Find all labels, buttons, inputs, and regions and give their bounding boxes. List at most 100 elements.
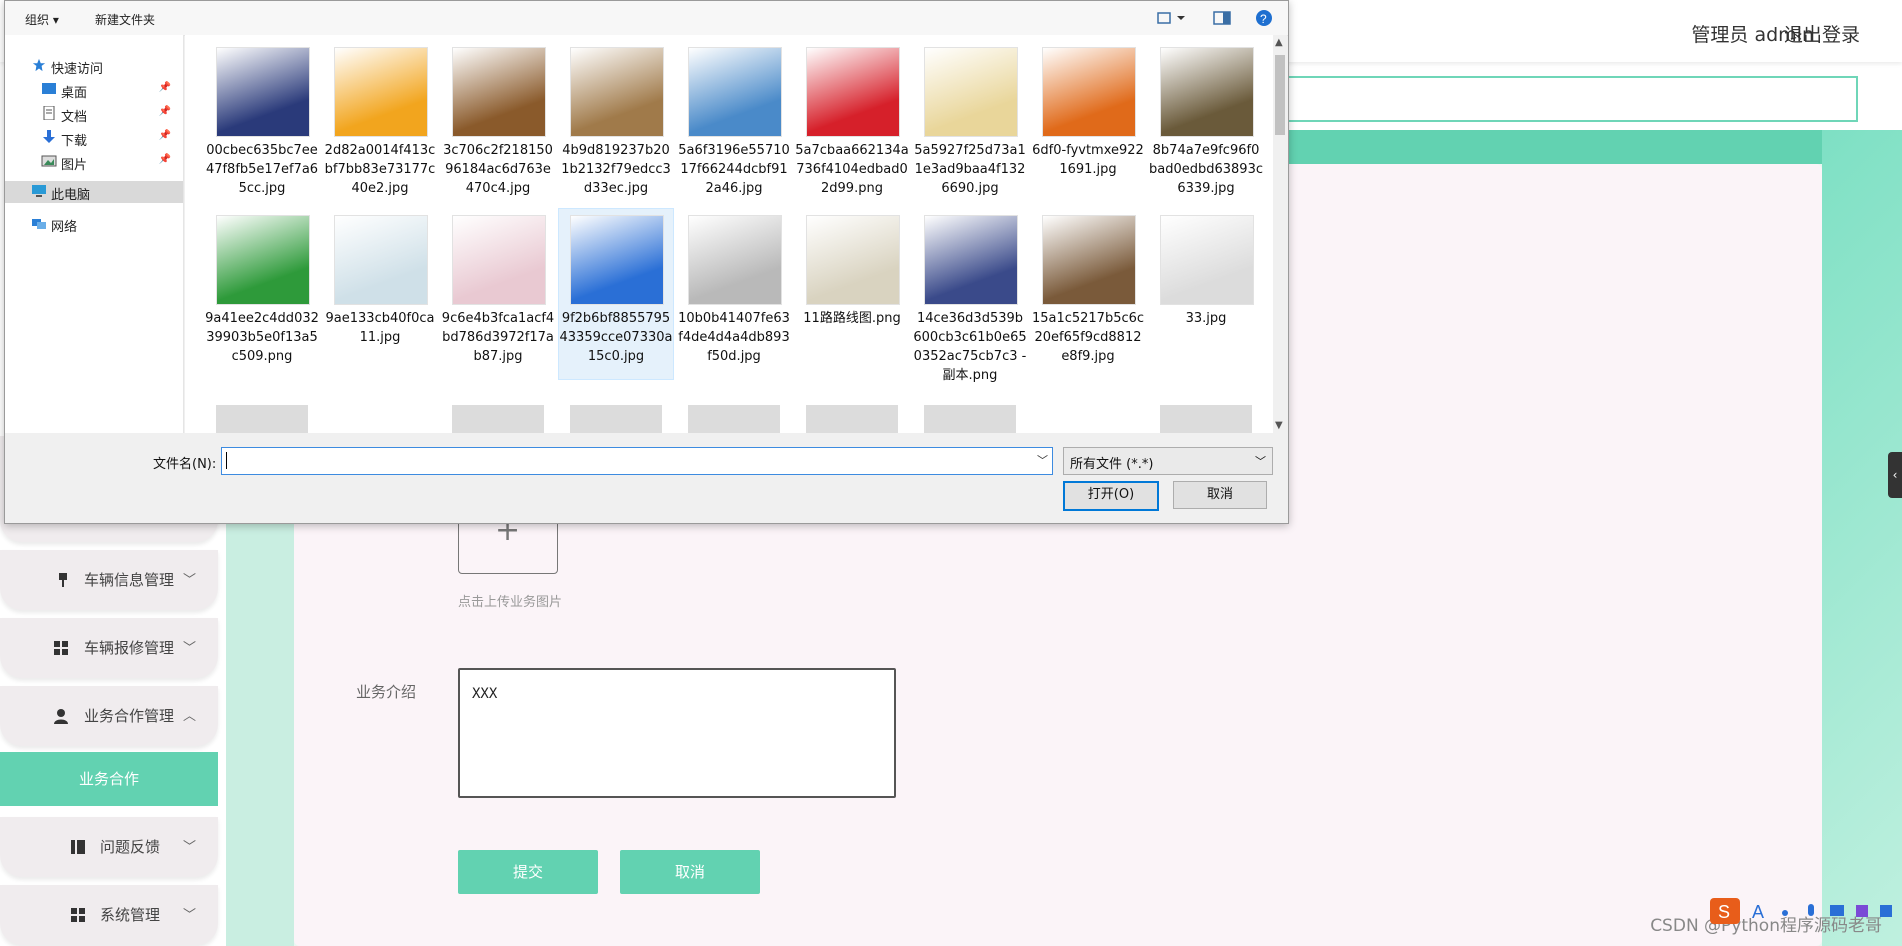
file-item[interactable]: 8b74a7e9fc96f0bad0edbd63893c6339.jpg <box>1149 41 1263 211</box>
coins-thumbnail <box>570 47 664 137</box>
file-item[interactable]: 00cbec635bc7ee47f8fb5e17ef7a65cc.jpg <box>205 41 319 211</box>
nav-this-pc[interactable]: 此电脑 <box>5 181 183 203</box>
coat-thumbnail <box>334 215 428 305</box>
scroll-thumb[interactable] <box>1275 55 1285 135</box>
dialog-toolbar: 组织 ▾ 新建文件夹 ? <box>5 1 1288 36</box>
file-name: 9ae133cb40f0ca11.jpg <box>325 311 435 345</box>
desktop-icon <box>42 83 56 94</box>
pin-icon: 📌 <box>158 154 171 165</box>
file-item[interactable]: 9c6e4b3fca1acf4bd786d3972f17ab87.jpg <box>441 209 555 379</box>
file-item[interactable]: 2d82a0014f413cbf7bb83e73177c40e2.jpg <box>323 41 437 211</box>
nav-documents[interactable]: 文档 📌 <box>5 103 183 125</box>
intro-label: 业务介绍 <box>356 683 417 701</box>
nav-pictures[interactable]: 图片 📌 <box>5 151 183 173</box>
nav-desktop[interactable]: 桌面 📌 <box>5 79 183 101</box>
nav-downloads[interactable]: 下载 📌 <box>5 127 183 149</box>
file-thumbnail-partial[interactable] <box>806 405 898 433</box>
dialog-cancel-button[interactable]: 取消 <box>1173 481 1267 509</box>
form-cancel-button[interactable]: 取消 <box>620 850 760 894</box>
file-item[interactable]: 4b9d819237b201b2132f79edcc3d33ec.jpg <box>559 41 673 211</box>
upload-hint: 点击上传业务图片 <box>458 595 563 610</box>
file-thumbnail-partial[interactable] <box>1160 405 1252 433</box>
document-icon <box>43 106 55 120</box>
file-name: 6df0-fyvtmxe9221691.jpg <box>1032 143 1144 177</box>
collapse-tab-icon[interactable]: ‹ <box>1888 452 1902 498</box>
file-name: 3c706c2f21815096184ac6d763e470c4.jpg <box>443 143 553 196</box>
organize-menu[interactable]: 组织 ▾ <box>25 11 59 28</box>
file-item[interactable]: 6df0-fyvtmxe9221691.jpg <box>1031 41 1145 211</box>
building-thumbnail <box>688 47 782 137</box>
file-name: 9a41ee2c4dd03239903b5e0f13a5c509.png <box>205 311 319 364</box>
red-banner-thumbnail <box>806 47 900 137</box>
view-options-icon[interactable] <box>1157 10 1187 26</box>
download-icon <box>43 130 55 143</box>
new-folder-button[interactable]: 新建文件夹 <box>95 11 155 28</box>
file-thumbnail-partial[interactable] <box>570 405 662 433</box>
ime-toolbar-icon[interactable]: S A <box>1710 898 1902 926</box>
nav-label: 文档 <box>61 110 88 125</box>
chevron-down-icon: ﹀ <box>182 908 196 923</box>
pin-icon <box>59 573 67 587</box>
sidebar-item-feedback[interactable]: 问题反馈 ﹀ <box>0 817 218 877</box>
filetype-value: 所有文件 (*.*) <box>1070 457 1154 472</box>
file-item[interactable]: 11路路线图.png <box>795 209 909 379</box>
file-open-dialog: 组织 ▾ 新建文件夹 ? 快速访问 桌面 📌 文档 📌 下载 📌 图片 📌 此电… <box>4 0 1289 524</box>
open-button[interactable]: 打开(O) <box>1063 481 1159 511</box>
file-name: 00cbec635bc7ee47f8fb5e17ef7a65cc.jpg <box>205 143 319 196</box>
chevron-up-icon: ︿ <box>182 709 196 724</box>
file-item[interactable]: 5a5927f25d73a11e3ad9baa4f1326690.jpg <box>913 41 1027 211</box>
nav-quick-access[interactable]: 快速访问 <box>5 55 183 77</box>
book-icon <box>71 840 85 854</box>
file-thumbnail-partial[interactable] <box>452 405 544 433</box>
sidebar-item-vehicle-info[interactable]: 车辆信息管理 ﹀ <box>0 550 218 610</box>
logout-link[interactable]: 退出登录 <box>1784 20 1860 47</box>
chevron-down-icon: ﹀ <box>182 840 196 855</box>
poster-thumbnail <box>1160 47 1254 137</box>
file-item[interactable]: 5a7cbaa662134a736f4104edbad02d99.png <box>795 41 909 211</box>
file-thumbnail-partial[interactable] <box>688 405 780 433</box>
help-icon[interactable]: ? <box>1255 9 1273 27</box>
file-thumbnail-partial[interactable] <box>924 405 1016 433</box>
decor-side <box>1822 130 1902 946</box>
intro-textarea[interactable]: XXX <box>458 668 896 798</box>
file-thumbnail-partial[interactable] <box>216 405 308 433</box>
search-bar[interactable] <box>1270 76 1858 122</box>
text-caret <box>226 452 227 469</box>
file-list-scrollbar[interactable]: ▲ ▼ <box>1273 35 1287 433</box>
network-icon <box>32 219 46 229</box>
scroll-up-icon[interactable]: ▲ <box>1275 37 1283 48</box>
file-item[interactable]: 5a6f3196e5571017f66244dcbf912a46.jpg <box>677 41 791 211</box>
file-item[interactable]: 33.jpg <box>1149 209 1263 379</box>
pin-icon: 📌 <box>158 130 171 141</box>
nav-network[interactable]: 网络 <box>5 213 183 235</box>
file-item[interactable]: 14ce36d3d539b600cb3c61b0e650352ac75cb7c3… <box>913 209 1027 383</box>
pictures-icon <box>41 155 57 167</box>
chevron-down-icon[interactable]: ﹀ <box>1037 452 1048 468</box>
filename-input[interactable]: ﹀ <box>221 447 1053 475</box>
sidebar-item-vehicle-repair[interactable]: 车辆报修管理 ﹀ <box>0 618 218 678</box>
filetype-select[interactable]: 所有文件 (*.*) ﹀ <box>1063 447 1273 475</box>
sidebar-item-business[interactable]: 业务合作管理 ︿ <box>0 686 218 746</box>
file-item[interactable]: 9f2b6bf885579543359cce07330a15c0.jpg <box>558 208 674 380</box>
nav-label: 此电脑 <box>51 188 91 203</box>
grid-icon <box>54 641 68 655</box>
svg-text:?: ? <box>1260 12 1267 26</box>
file-item[interactable]: 3c706c2f21815096184ac6d763e470c4.jpg <box>441 41 555 211</box>
scroll-down-icon[interactable]: ▼ <box>1275 420 1283 431</box>
abcd-thumbnail <box>334 47 428 137</box>
decor-band <box>1270 130 1902 164</box>
lab-thumbnail <box>1160 215 1254 305</box>
sidebar-item-system[interactable]: 系统管理 ﹀ <box>0 885 218 945</box>
file-item[interactable]: 10b0b41407fe63f4de4d4a4db893f50d.jpg <box>677 209 791 379</box>
submit-button[interactable]: 提交 <box>458 850 598 894</box>
file-name: 2d82a0014f413cbf7bb83e73177c40e2.jpg <box>324 143 436 196</box>
sidebar-subitem-business-cooperation[interactable]: 业务合作 <box>0 752 218 806</box>
food-thumbnail <box>924 47 1018 137</box>
file-item[interactable]: 15a1c5217b5c6c20ef65f9cd8812e8f9.jpg <box>1031 209 1145 379</box>
file-name: 33.jpg <box>1185 311 1227 326</box>
file-item[interactable]: 9ae133cb40f0ca11.jpg <box>323 209 437 379</box>
file-item[interactable]: 9a41ee2c4dd03239903b5e0f13a5c509.png <box>205 209 319 379</box>
file-name: 8b74a7e9fc96f0bad0edbd63893c6339.jpg <box>1149 143 1263 196</box>
preview-pane-icon[interactable] <box>1213 10 1231 26</box>
hotel-room-thumbnail <box>452 47 546 137</box>
